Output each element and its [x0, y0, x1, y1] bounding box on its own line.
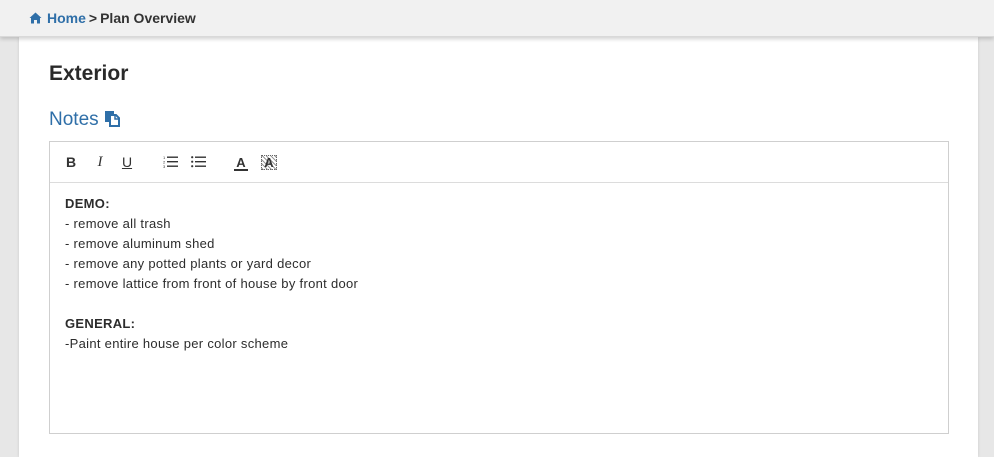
highlight-icon: A — [261, 155, 277, 170]
font-color-button[interactable]: A — [233, 153, 249, 171]
notes-line: - remove all trash — [65, 216, 171, 231]
notes-line: - remove any potted plants or yard decor — [65, 256, 312, 271]
unordered-list-icon — [190, 156, 206, 168]
bold-button[interactable]: B — [65, 153, 77, 171]
notes-editor[interactable]: B I U 1 2 3 A A DEMO: - remove all trash… — [49, 141, 949, 434]
top-bar: Home > Plan Overview — [0, 0, 994, 37]
notes-heading-label: Notes — [49, 109, 99, 130]
editor-toolbar: B I U 1 2 3 A A — [50, 142, 948, 183]
notes-content[interactable]: DEMO: - remove all trash - remove alumin… — [65, 194, 358, 354]
notes-card: Exterior Notes B I U 1 2 3 A A DEMO: - r… — [19, 37, 978, 457]
unordered-list-button[interactable] — [190, 153, 206, 171]
breadcrumb-home-link[interactable]: Home — [47, 10, 86, 26]
notes-line: - remove aluminum shed — [65, 236, 215, 251]
ordered-list-button[interactable]: 1 2 3 — [162, 153, 178, 171]
notes-line: - remove lattice from front of house by … — [65, 276, 359, 291]
copy-icon[interactable] — [104, 110, 121, 133]
breadcrumb: Home > Plan Overview — [29, 9, 196, 28]
home-icon[interactable] — [29, 10, 42, 28]
font-color-icon: A — [234, 155, 248, 171]
breadcrumb-current: Plan Overview — [100, 10, 196, 26]
notes-section-heading: DEMO: — [65, 196, 110, 211]
notes-blank-line — [65, 294, 358, 314]
svg-text:3: 3 — [163, 164, 166, 168]
italic-button[interactable]: I — [94, 153, 106, 171]
ordered-list-icon: 1 2 3 — [163, 155, 178, 169]
notes-line: -Paint entire house per color scheme — [65, 336, 289, 351]
notes-heading: Notes — [49, 109, 121, 133]
page-title: Exterior — [49, 62, 129, 85]
notes-section-heading: GENERAL: — [65, 316, 136, 331]
highlight-button[interactable]: A — [260, 153, 278, 171]
underline-button[interactable]: U — [120, 153, 134, 171]
breadcrumb-separator: > — [88, 10, 98, 26]
